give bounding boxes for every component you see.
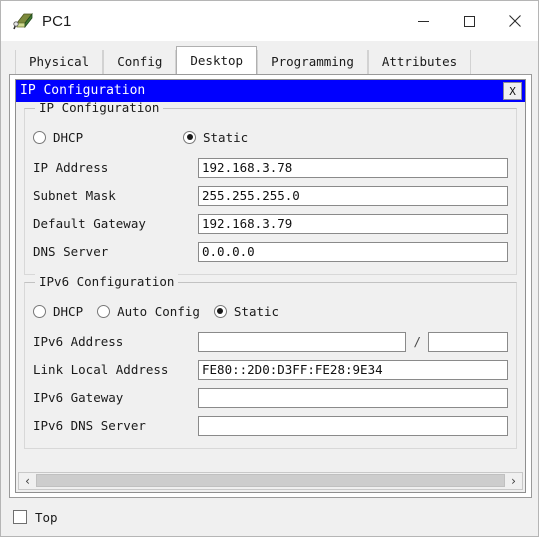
horizontal-scrollbar[interactable]: ‹ › — [18, 472, 523, 490]
ipv6-dhcp-radio[interactable] — [33, 304, 46, 318]
ipv6-address-row: IPv6 Address / — [33, 329, 508, 354]
ipv6-group-legend: IPv6 Configuration — [35, 274, 179, 289]
tab-programming[interactable]: Programming — [257, 50, 368, 74]
ipv6-auto-config-label: Auto Config — [117, 303, 200, 319]
ipv6-static-option[interactable]: Static — [213, 303, 280, 319]
ipv4-static-label: Static — [203, 129, 249, 145]
ipv6-dns-server-row: IPv6 DNS Server — [33, 413, 508, 438]
ipv6-gateway-input[interactable] — [198, 387, 508, 408]
dns-server-label: DNS Server — [33, 244, 109, 259]
ipv6-auto-config-radio[interactable] — [97, 304, 111, 318]
ipv6-gateway-label: IPv6 Gateway — [33, 390, 124, 405]
ipv6-address-label: IPv6 Address — [33, 334, 124, 349]
ipv6-address-input[interactable] — [198, 331, 407, 352]
ipv6-dhcp-option[interactable]: DHCP — [33, 304, 83, 319]
ip-configuration-window: IP Configuration X IP Configuration DHCP — [15, 79, 526, 493]
ip-address-label: IP Address — [33, 160, 109, 175]
window-title: PC1 — [42, 12, 72, 30]
default-gateway-input[interactable]: 192.168.3.79 — [198, 213, 508, 234]
pc1-window: PC1 Physical Config Desktop Programming … — [0, 0, 539, 537]
ipv6-prefix-length-input[interactable] — [428, 331, 508, 352]
ip-configuration-title: IP Configuration — [20, 83, 146, 98]
scrollbar-thumb[interactable] — [36, 474, 505, 487]
bottom-bar: Top — [1, 498, 538, 536]
ipv6-dhcp-label: DHCP — [53, 303, 84, 319]
ipv4-mode-radio-group: DHCP Static — [33, 125, 508, 149]
ipv4-dhcp-radio[interactable] — [33, 130, 46, 144]
top-checkbox-label: Top — [35, 509, 58, 525]
ipv6-dns-server-label: IPv6 DNS Server — [33, 418, 146, 433]
ipv4-static-radio[interactable] — [183, 130, 196, 144]
tab-desktop[interactable]: Desktop — [176, 46, 258, 74]
subnet-mask-row: Subnet Mask 255.255.255.0 — [33, 183, 508, 208]
window-titlebar: PC1 — [1, 1, 538, 41]
ipv4-dhcp-label: DHCP — [53, 129, 84, 145]
ipv6-auto-config-option[interactable]: Auto Config — [97, 304, 200, 319]
scroll-right-arrow-icon[interactable]: › — [505, 473, 522, 489]
link-local-address-row: Link Local Address FE80::2D0:D3FF:FE28:9… — [33, 357, 508, 382]
ipv4-group-legend: IP Configuration — [35, 102, 164, 115]
minimize-button[interactable] — [400, 1, 446, 41]
ip-address-input[interactable]: 192.168.3.78 — [198, 157, 508, 178]
subnet-mask-input[interactable]: 255.255.255.0 — [198, 185, 508, 206]
scrollbar-track[interactable] — [36, 473, 505, 489]
default-gateway-row: Default Gateway 192.168.3.79 — [33, 211, 508, 236]
ipv4-static-option[interactable]: Static — [183, 130, 248, 145]
ipv4-dhcp-option[interactable]: DHCP — [33, 130, 183, 145]
ipv6-static-radio[interactable] — [213, 304, 227, 318]
ipv6-gateway-row: IPv6 Gateway — [33, 385, 508, 410]
ipv6-prefix-separator: / — [413, 334, 421, 349]
maximize-button[interactable] — [446, 1, 492, 41]
link-local-address-input[interactable]: FE80::2D0:D3FF:FE28:9E34 — [198, 359, 508, 380]
ip-address-row: IP Address 192.168.3.78 — [33, 155, 508, 180]
dns-server-input[interactable]: 0.0.0.0 — [198, 241, 508, 262]
tab-physical[interactable]: Physical — [15, 50, 104, 74]
window-controls — [400, 1, 538, 41]
tab-attributes[interactable]: Attributes — [367, 50, 472, 74]
top-checkbox[interactable] — [13, 510, 27, 524]
ipv6-dns-server-input[interactable] — [198, 415, 508, 436]
scroll-left-arrow-icon[interactable]: ‹ — [19, 473, 36, 489]
maximize-icon — [463, 15, 475, 27]
ip-configuration-close-button[interactable]: X — [503, 82, 522, 100]
default-gateway-label: Default Gateway — [33, 216, 146, 231]
ipv6-static-label: Static — [233, 303, 280, 319]
tabstrip-container: Physical Config Desktop Programming Attr… — [1, 41, 538, 74]
link-local-address-label: Link Local Address — [33, 362, 169, 377]
ip-configuration-titlebar: IP Configuration X — [16, 80, 525, 102]
tabstrip: Physical Config Desktop Programming Attr… — [15, 46, 532, 74]
subnet-mask-label: Subnet Mask — [33, 188, 116, 203]
ip-configuration-body: IP Configuration DHCP Static IP Address … — [16, 102, 525, 472]
ipv4-configuration-group: IP Configuration DHCP Static IP Address … — [24, 102, 517, 275]
close-button[interactable] — [492, 1, 538, 41]
ipv6-mode-radio-group: DHCP Auto Config Static — [33, 299, 508, 323]
tab-config[interactable]: Config — [103, 50, 177, 74]
ipv6-configuration-group: IPv6 Configuration DHCP Auto Config Stat… — [24, 274, 517, 449]
close-icon — [509, 15, 521, 27]
minimize-icon — [417, 20, 429, 22]
desktop-panel: IP Configuration X IP Configuration DHCP — [9, 74, 532, 498]
pc-device-icon — [13, 10, 35, 32]
dns-server-row: DNS Server 0.0.0.0 — [33, 239, 508, 264]
